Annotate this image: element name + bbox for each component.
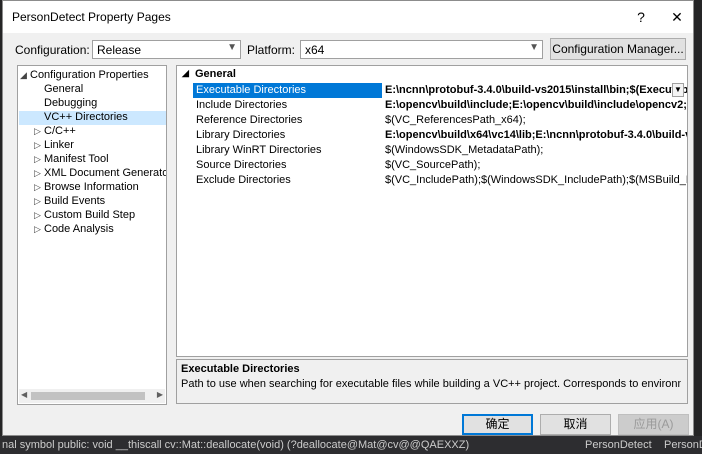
property-name[interactable]: Include Directories	[193, 98, 382, 113]
tree-item-label: Debugging	[44, 97, 98, 109]
dialog-title: PersonDetect Property Pages	[12, 10, 171, 24]
property-name[interactable]: Executable Directories	[193, 83, 382, 98]
collapsed-icon: ▷	[34, 210, 41, 220]
property-value[interactable]: $(VC_ReferencesPath_x64);	[383, 113, 687, 128]
tree-item-general[interactable]: General	[44, 83, 83, 97]
property-name[interactable]: Library Directories	[193, 128, 382, 143]
property-name[interactable]: Exclude Directories	[193, 173, 382, 188]
tree-item-label: VC++ Directories	[44, 111, 128, 123]
apply-button[interactable]: 应用(A)	[618, 414, 689, 435]
tree-item-label: Browse Information	[44, 181, 139, 193]
ide-right-strip	[694, 0, 702, 436]
collapsed-icon: ▷	[34, 140, 41, 150]
tree-item-label: Build Events	[44, 195, 106, 207]
tree-item-custom-build-step[interactable]: ▷ Custom Build Step	[34, 209, 135, 223]
property-name[interactable]: Reference Directories	[193, 113, 382, 128]
tree-item-code-analysis[interactable]: ▷ Code Analysis	[34, 223, 114, 237]
scroll-left-icon[interactable]: ◀	[21, 390, 27, 399]
tree-item-c-cpp[interactable]: ▷ C/C++	[34, 125, 76, 139]
tree-item-label: General	[44, 83, 84, 95]
collapsed-icon: ▷	[34, 196, 41, 206]
description-title: Executable Directories	[181, 363, 300, 375]
tree-item-label: Manifest Tool	[44, 153, 109, 165]
tree-item-debugging[interactable]: Debugging	[44, 97, 97, 111]
tree-item-label: Custom Build Step	[44, 209, 136, 221]
help-button[interactable]: ?	[627, 6, 655, 28]
ide-error-file: PersonD	[664, 439, 702, 451]
chevron-down-icon[interactable]: ▼	[672, 83, 684, 97]
property-row[interactable]: Library WinRT Directories $(WindowsSDK_M…	[177, 143, 687, 158]
ide-error-project: PersonDetect	[585, 439, 652, 451]
property-tree: ◢ Configuration Properties General Debugg…	[17, 65, 167, 405]
collapsed-icon: ▷	[34, 224, 41, 234]
close-button[interactable]: ✕	[663, 6, 691, 28]
collapsed-icon: ▷	[34, 182, 41, 192]
tree-item-configuration-properties[interactable]: ◢ Configuration Properties	[20, 69, 149, 83]
cancel-button[interactable]: 取消	[540, 414, 611, 435]
tree-item-label: C/C++	[44, 125, 76, 137]
property-grid: ◢ General Executable Directories E:\ncnn…	[176, 65, 688, 357]
configuration-value: Release	[97, 43, 142, 57]
category-general[interactable]: ◢ General	[177, 66, 687, 82]
collapsed-icon: ▷	[34, 154, 41, 164]
property-row[interactable]: Exclude Directories $(VC_IncludePath);$(…	[177, 173, 687, 188]
ok-button[interactable]: 确定	[462, 414, 533, 435]
collapsed-icon: ▷	[34, 168, 41, 178]
description-text: Path to use when searching for executabl…	[181, 378, 681, 390]
tree-item-label: Linker	[44, 139, 74, 151]
tree-item-label: Code Analysis	[44, 223, 114, 235]
tree-item-manifest-tool[interactable]: ▷ Manifest Tool	[34, 153, 109, 167]
property-value[interactable]: E:\ncnn\protobuf-3.4.0\build-vs2015\inst…	[383, 83, 687, 98]
platform-label: Platform:	[247, 43, 296, 57]
platform-select[interactable]: x64 ▼	[300, 40, 543, 59]
ide-error-list-row: nal symbol public: void __thiscall cv::M…	[0, 436, 702, 454]
chevron-down-icon: ▼	[227, 42, 237, 53]
category-label: General	[195, 68, 236, 80]
configuration-select[interactable]: Release ▼	[92, 40, 241, 59]
tree-item-label: XML Document Generato	[44, 167, 167, 179]
tree-horizontal-scrollbar[interactable]: ◀ ▶	[19, 389, 165, 403]
scrollbar-thumb[interactable]	[31, 392, 145, 400]
property-value[interactable]: E:\opencv\build\x64\vc14\lib;E:\ncnn\pro…	[383, 128, 687, 143]
property-name[interactable]: Source Directories	[193, 158, 382, 173]
property-name[interactable]: Library WinRT Directories	[193, 143, 382, 158]
property-row[interactable]: Library Directories E:\opencv\build\x64\…	[177, 128, 687, 143]
configuration-label: Configuration:	[15, 43, 90, 57]
property-value[interactable]: $(VC_IncludePath);$(WindowsSDK_IncludePa…	[383, 173, 687, 188]
tree-item-xml-document-generator[interactable]: ▷ XML Document Generato	[34, 167, 167, 181]
property-value[interactable]: $(WindowsSDK_MetadataPath);	[383, 143, 687, 158]
dialog-titlebar: PersonDetect Property Pages ? ✕	[3, 1, 693, 33]
collapsed-icon: ▷	[34, 126, 41, 136]
property-value[interactable]: $(VC_SourcePath);	[383, 158, 687, 173]
tree-item-browse-information[interactable]: ▷ Browse Information	[34, 181, 139, 195]
property-row[interactable]: Include Directories E:\opencv\build\incl…	[177, 98, 687, 113]
property-pages-dialog: PersonDetect Property Pages ? ✕ Configur…	[2, 0, 694, 436]
platform-value: x64	[305, 43, 325, 57]
configuration-manager-button[interactable]: Configuration Manager...	[550, 38, 686, 60]
property-row[interactable]: Executable Directories E:\ncnn\protobuf-…	[177, 83, 687, 98]
chevron-down-icon: ▼	[529, 42, 539, 53]
property-row[interactable]: Reference Directories $(VC_ReferencesPat…	[177, 113, 687, 128]
expanded-icon: ◢	[20, 70, 27, 80]
description-panel: Executable Directories Path to use when …	[176, 359, 688, 404]
tree-item-build-events[interactable]: ▷ Build Events	[34, 195, 105, 209]
expanded-icon: ◢	[182, 68, 189, 78]
tree-item-vc-directories[interactable]: VC++ Directories	[19, 111, 166, 125]
property-row[interactable]: Source Directories $(VC_SourcePath);	[177, 158, 687, 173]
scroll-right-icon[interactable]: ▶	[157, 390, 163, 399]
ide-error-text: nal symbol public: void __thiscall cv::M…	[2, 439, 470, 451]
property-value[interactable]: E:\opencv\build\include;E:\opencv\build\…	[383, 98, 687, 113]
tree-item-linker[interactable]: ▷ Linker	[34, 139, 74, 153]
tree-item-label: Configuration Properties	[30, 69, 149, 81]
